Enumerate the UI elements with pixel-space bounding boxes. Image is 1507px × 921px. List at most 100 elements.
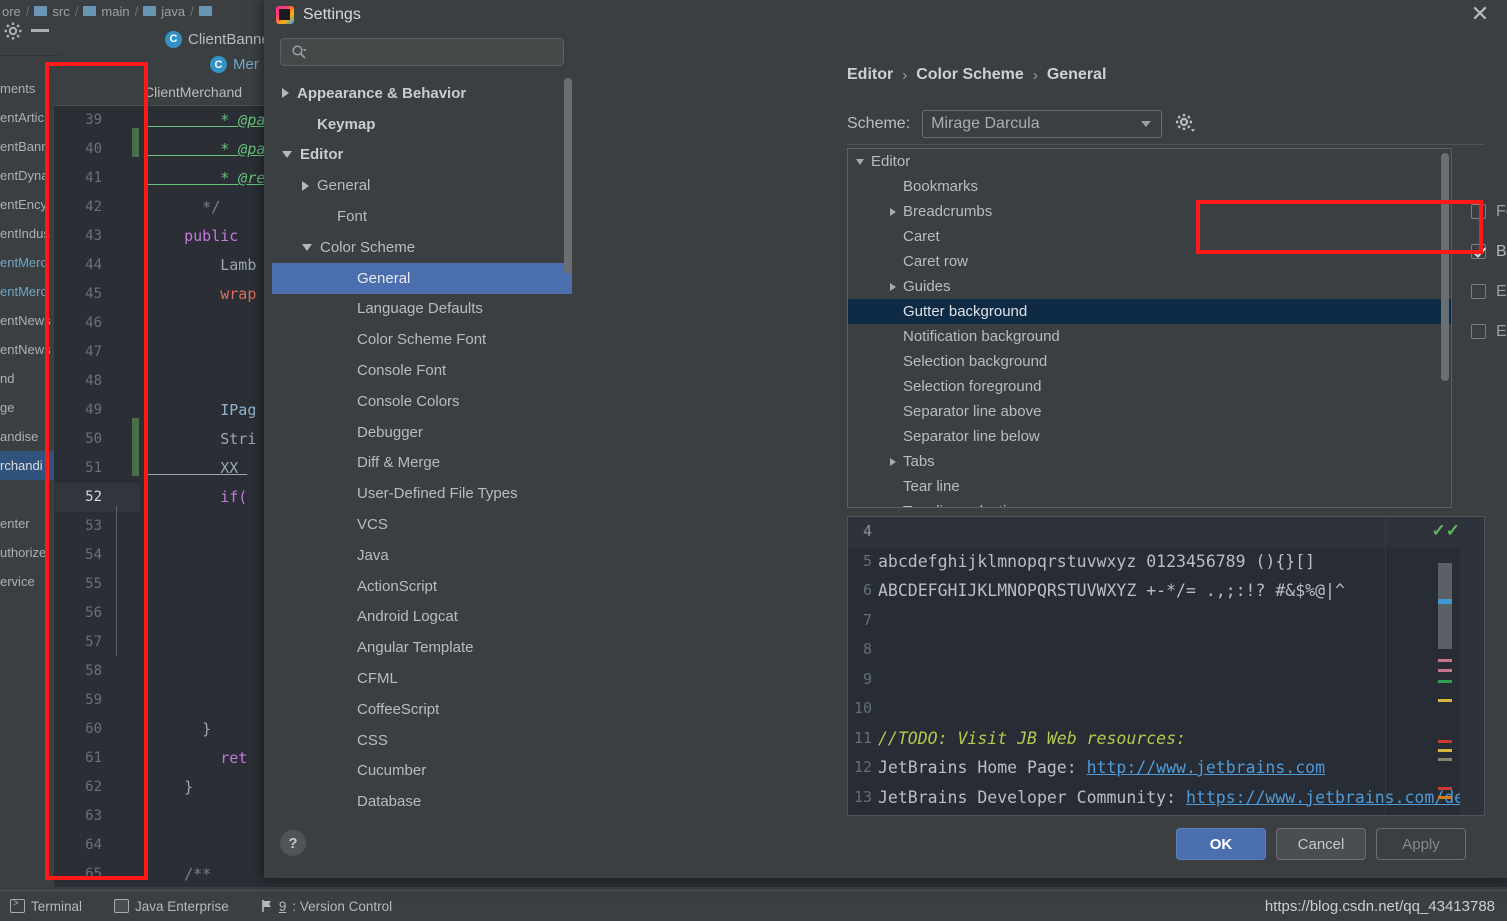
help-button[interactable]: ? (280, 830, 306, 856)
preview-line[interactable]: 13 JetBrains Developer Community: https:/… (848, 783, 1484, 813)
chevron-right-icon[interactable] (282, 88, 289, 99)
sidebar-item-color-scheme[interactable]: Color Scheme (272, 232, 572, 263)
ok-button[interactable]: OK (1176, 828, 1266, 860)
foreground-checkbox[interactable] (1471, 204, 1486, 219)
gutter-line-number[interactable]: 52 (54, 483, 140, 512)
project-tree-item[interactable]: enter (0, 509, 54, 538)
project-tree-item[interactable]: entBann (0, 132, 54, 161)
sidebar-item-editor[interactable]: Editor (272, 140, 572, 171)
color-setting-item-tear-line[interactable]: Tear line (848, 474, 1451, 499)
gutter-line-number[interactable]: 55 (54, 570, 140, 599)
project-tree-item[interactable]: ments (0, 74, 54, 103)
preview-line[interactable]: 10 (848, 694, 1484, 724)
preview-line[interactable]: 11 //TODO: Visit JB Web resources: (848, 724, 1484, 754)
project-tree-item[interactable]: nd (0, 364, 54, 393)
sidebar-item-color-scheme-font[interactable]: Color Scheme Font (272, 324, 572, 355)
sidebar-item-angular-template[interactable]: Angular Template (272, 632, 572, 663)
sidebar-item-debugger[interactable]: Debugger (272, 417, 572, 448)
sidebar-item-actionscript[interactable]: ActionScript (272, 571, 572, 602)
color-setting-item-separator-line-above[interactable]: Separator line above (848, 399, 1451, 424)
chevron-down-icon[interactable] (856, 158, 864, 165)
sidebar-item-css[interactable]: CSS (272, 725, 572, 756)
color-setting-item-notification-background[interactable]: Notification background (848, 324, 1451, 349)
apply-button[interactable]: Apply (1376, 828, 1466, 860)
preview-line[interactable]: 12 JetBrains Home Page: http://www.jetbra… (848, 753, 1484, 783)
sidebar-item-general[interactable]: General (272, 170, 572, 201)
color-setting-item-separator-line-below[interactable]: Separator line below (848, 424, 1451, 449)
project-tree-item[interactable]: entEncy (0, 190, 54, 219)
breadcrumb-editor[interactable]: Editor (847, 66, 893, 84)
preview-stripe-marker[interactable] (1438, 740, 1452, 743)
gutter-line-number[interactable]: 64 (54, 831, 140, 860)
preview-stripe-marker[interactable] (1438, 659, 1452, 662)
background-checkbox[interactable] (1471, 244, 1486, 259)
color-settings-list[interactable]: Editor Bookmarks Breadcrumbs Caret Caret row… (847, 148, 1452, 508)
color-setting-item-selection-background[interactable]: Selection background (848, 349, 1451, 374)
preview-line[interactable]: 14ReferenceHyperlink (848, 812, 1484, 815)
sidebar-item-java[interactable]: Java (272, 540, 572, 571)
gutter-line-number[interactable]: 43 (54, 222, 140, 251)
sidebar-item-keymap[interactable]: Keymap (272, 109, 572, 140)
color-setting-item-gutter-background[interactable]: Gutter background (848, 299, 1451, 324)
settings-search-box[interactable] (280, 38, 564, 66)
status-version-control-button[interactable]: 9 : Version Control (261, 899, 392, 914)
color-setting-item-caret[interactable]: Caret (848, 224, 1451, 249)
sidebar-item-vcs[interactable]: VCS (272, 509, 572, 540)
editor-tab-merchandise[interactable]: C Mer (210, 56, 259, 73)
status-java-enterprise-button[interactable]: Java Enterprise (114, 899, 229, 914)
sidebar-item-coffeescript[interactable]: CoffeeScript (272, 694, 572, 725)
breadcrumb-segment-core[interactable]: ore (2, 4, 21, 19)
cancel-button[interactable]: Cancel (1276, 828, 1366, 860)
project-tree-item[interactable]: andise (0, 422, 54, 451)
preview-scrollbar-thumb[interactable] (1438, 563, 1452, 649)
project-tree-item[interactable]: entNews (0, 306, 54, 335)
gutter-line-number[interactable]: 48 (54, 367, 140, 396)
chevron-down-icon[interactable] (282, 151, 292, 159)
gutter-line-number[interactable]: 59 (54, 686, 140, 715)
gutter-line-number[interactable]: 60 (54, 715, 140, 744)
gutter-line-number[interactable]: 47 (54, 338, 140, 367)
gutter-line-number[interactable]: 58 (54, 657, 140, 686)
sidebar-item-cucumber[interactable]: Cucumber (272, 756, 572, 787)
color-setting-item-guides[interactable]: Guides (848, 274, 1451, 299)
gutter-line-number[interactable]: 46 (54, 309, 140, 338)
sidebar-item-console-font[interactable]: Console Font (272, 355, 572, 386)
color-list-scrollbar[interactable] (1441, 153, 1449, 381)
project-tree-item[interactable]: ge (0, 393, 54, 422)
project-tree-item[interactable]: entNews (0, 335, 54, 364)
project-tree-item-selected[interactable]: rchandi (0, 451, 54, 480)
settings-gear-icon[interactable] (3, 21, 23, 41)
project-tree-item[interactable]: entArticl (0, 103, 54, 132)
preview-line[interactable]: 8 (848, 635, 1484, 665)
sidebar-item-user-defined-file-types[interactable]: User-Defined File Types (272, 478, 572, 509)
color-setting-item-breadcrumbs[interactable]: Breadcrumbs (848, 199, 1451, 224)
project-tree-item[interactable]: entMerc (0, 248, 54, 277)
sidebar-item-appearance-behavior[interactable]: Appearance & Behavior (272, 78, 572, 109)
preview-stripe-marker[interactable] (1438, 758, 1452, 761)
gutter-line-number[interactable]: 40 (54, 135, 140, 164)
color-setting-item-caret-row[interactable]: Caret row (848, 249, 1451, 274)
sidebar-item-general[interactable]: General (272, 262, 572, 294)
chevron-right-icon[interactable] (302, 180, 309, 191)
preview-hyperlink[interactable]: http://www.jetbrains.com (1087, 753, 1325, 783)
gutter-line-number[interactable]: 62 (54, 773, 140, 802)
settings-tree-scrollbar[interactable] (564, 78, 572, 274)
gutter-line-number[interactable]: 57 (54, 628, 140, 657)
color-setting-item-tabs[interactable]: Tabs (848, 449, 1451, 474)
project-tree-item[interactable]: entMerc (0, 277, 54, 306)
sidebar-item-console-colors[interactable]: Console Colors (272, 386, 572, 417)
color-setting-item-editor[interactable]: Editor (848, 149, 1451, 174)
gutter-line-number[interactable]: 45 (54, 280, 140, 309)
chevron-right-icon[interactable] (890, 282, 896, 291)
sidebar-item-android-logcat[interactable]: Android Logcat (272, 602, 572, 633)
preview-line[interactable]: 7 (848, 606, 1484, 636)
preview-line[interactable]: 5 abcdefghijklmnopqrstuvwxyz 0123456789 (… (848, 547, 1484, 577)
preview-stripe-marker[interactable] (1438, 787, 1452, 790)
project-tree-item[interactable]: uthorize (0, 538, 54, 567)
gutter-line-number[interactable]: 61 (54, 744, 140, 773)
error-stripe-checkbox[interactable] (1471, 284, 1486, 299)
preview-stripe-marker[interactable] (1438, 749, 1452, 752)
chevron-right-icon[interactable] (890, 207, 896, 216)
breadcrumb-segment-main[interactable]: main (101, 4, 129, 19)
hide-panel-icon[interactable] (31, 29, 49, 32)
